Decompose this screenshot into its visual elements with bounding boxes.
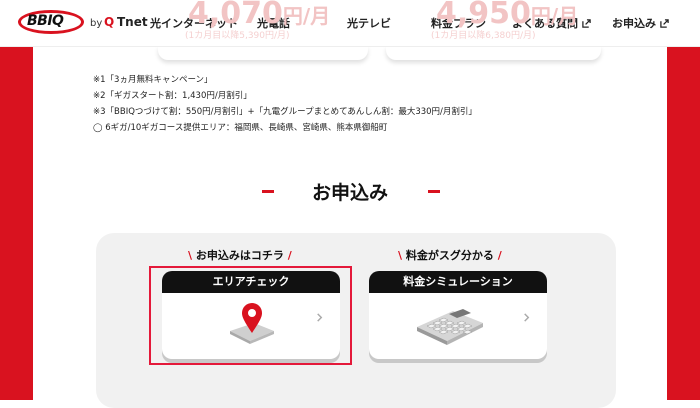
price-simulation-button[interactable]: 料金シミュレーション [369,271,547,359]
footnote-area: ◯ 6ギガ/10ギガコース提供エリア：福岡県、長崎県、宮崎県、熊本県御船町 [93,123,388,133]
nav-apply[interactable]: お申込み [612,15,669,31]
lead-slash-right: / [287,249,292,262]
lead-slash-left: \ [398,249,403,262]
simulation-lead: \ 料金がスグ分かる / [398,247,502,263]
logo-net: Tnet [117,15,148,29]
lead-slash-left: \ [188,249,193,262]
logo-brand: BBIQ [27,13,64,29]
ghost-price-right-sub: (1カ月目以降6,380円/月) [431,31,536,41]
external-link-icon [660,19,669,28]
selection-highlight [149,266,352,365]
price-card-right [386,46,601,60]
price-card-left [158,46,368,60]
footnote-2: ※2「ギガスタート割：1,430円/月割引」 [93,91,252,101]
nav-apply-label: お申込み [612,17,656,30]
nav-hikari-tv[interactable]: 光テレビ [347,15,391,31]
site-header: BBIQ by Q Tnet 4,070円/月 (1カ月目以降5,390円/月)… [0,0,700,46]
ghost-price-left-unit: 円/月 [282,4,331,28]
ghost-price-left-sub: (1カ月目以降5,390円/月) [185,31,290,41]
footnotes: ※1「3ヵ月無料キャンペーン」 ※2「ギガスタート割：1,430円/月割引」 ※… [93,72,477,136]
title-dash-right [428,190,440,193]
lead-slash-right: / [497,249,502,262]
footnote-3: ※3「BBIQつづけて割：550円/月割引」+「九電グループまとめてあんしん割：… [93,107,477,117]
logo-q: Q [104,15,115,29]
calculator-icon [417,309,483,345]
bbiq-logo[interactable]: BBIQ by Q Tnet [18,8,148,38]
logo-by: by [90,18,103,29]
section-title: お申込み [311,182,388,204]
external-link-icon [582,19,591,28]
price-simulation-button-label: 料金シミュレーション [369,271,547,293]
simulation-lead-text: 料金がスグ分かる [405,249,494,262]
footnote-1: ※1「3ヵ月無料キャンペーン」 [93,75,213,85]
area-check-lead: \ お申込みはコチラ / [188,247,292,263]
area-check-lead-text: お申込みはコチラ [195,249,284,262]
chevron-right-icon [524,313,530,322]
